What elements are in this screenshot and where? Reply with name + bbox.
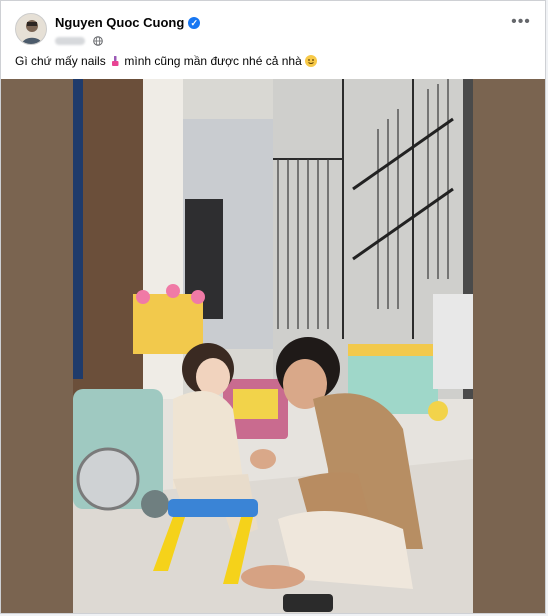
author-name-text[interactable]: Nguyen Quoc Cuong xyxy=(55,15,184,30)
photo-scene xyxy=(73,79,473,613)
post-photo-frame xyxy=(1,79,545,613)
caption-text-1: Gì chứ mấy nails xyxy=(15,54,110,68)
author-name[interactable]: Nguyen Quoc Cuong ✓ xyxy=(55,15,201,30)
verified-badge-icon: ✓ xyxy=(188,17,201,29)
nail-polish-icon xyxy=(112,56,119,66)
globe-icon[interactable] xyxy=(93,35,104,46)
author-avatar[interactable] xyxy=(15,13,47,45)
post-header: Nguyen Quoc Cuong ✓ ••• xyxy=(1,1,545,49)
post-timestamp[interactable] xyxy=(55,36,85,45)
post-meta xyxy=(55,32,104,46)
caption-text-2: mình cũng mần được nhé cả nhà xyxy=(121,54,306,68)
post-photo[interactable] xyxy=(73,79,473,613)
post-caption: Gì chứ mấy nails mình cũng mần được nhé … xyxy=(15,54,318,68)
more-options-button[interactable]: ••• xyxy=(511,14,531,33)
facebook-post: Nguyen Quoc Cuong ✓ ••• Gì chứ mấy nails … xyxy=(0,0,546,614)
smiling-face-icon xyxy=(305,55,318,67)
